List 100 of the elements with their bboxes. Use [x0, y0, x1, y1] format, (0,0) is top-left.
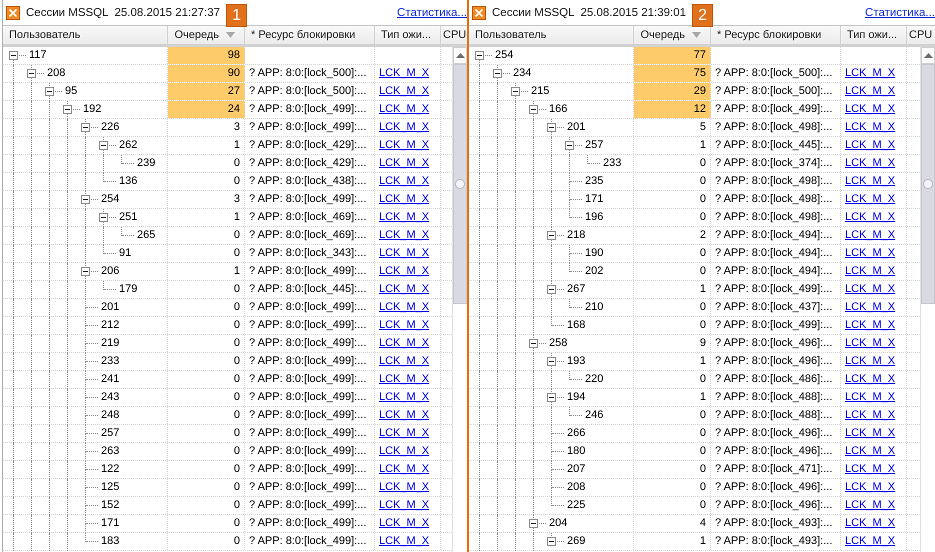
- wait-type-link[interactable]: LCK_M_X: [845, 391, 896, 403]
- wait-type-link[interactable]: LCK_M_X: [379, 337, 430, 349]
- scroll-up-button[interactable]: [453, 47, 467, 64]
- wait-type-link[interactable]: LCK_M_X: [379, 445, 430, 457]
- wait-type-link[interactable]: LCK_M_X: [379, 247, 430, 259]
- wait-type-link[interactable]: LCK_M_X: [845, 265, 896, 277]
- wait-type-link[interactable]: LCK_M_X: [379, 499, 430, 511]
- collapse-button[interactable]: [511, 87, 520, 96]
- wait-type-link[interactable]: LCK_M_X: [845, 103, 896, 115]
- wait-type-link[interactable]: LCK_M_X: [379, 139, 430, 151]
- wait-type-link[interactable]: LCK_M_X: [845, 211, 896, 223]
- wait-type-link[interactable]: LCK_M_X: [379, 175, 430, 187]
- wait-type-link[interactable]: LCK_M_X: [379, 121, 430, 133]
- wait-type-link[interactable]: LCK_M_X: [379, 157, 430, 169]
- scrollbar[interactable]: [920, 47, 935, 552]
- wait-type-link[interactable]: LCK_M_X: [379, 355, 430, 367]
- wait-type-link[interactable]: LCK_M_X: [379, 193, 430, 205]
- wait-type-link[interactable]: LCK_M_X: [379, 391, 430, 403]
- column-header[interactable]: Тип ожи...: [841, 26, 907, 44]
- wait-type-link[interactable]: LCK_M_X: [379, 535, 430, 547]
- column-header[interactable]: Очередь: [168, 26, 245, 44]
- collapse-button[interactable]: [529, 519, 538, 528]
- wait-type-link[interactable]: LCK_M_X: [379, 373, 430, 385]
- wait-type-link[interactable]: LCK_M_X: [379, 211, 430, 223]
- wait-type-link[interactable]: LCK_M_X: [379, 67, 430, 79]
- column-header[interactable]: Пользователь: [3, 26, 168, 44]
- wait-type-link[interactable]: LCK_M_X: [845, 121, 896, 133]
- collapse-button[interactable]: [547, 393, 556, 402]
- collapse-button[interactable]: [547, 537, 556, 546]
- wait-type-link[interactable]: LCK_M_X: [379, 283, 430, 295]
- wait-type-link[interactable]: LCK_M_X: [379, 409, 430, 421]
- collapse-button[interactable]: [547, 123, 556, 132]
- wait-type-link[interactable]: LCK_M_X: [845, 517, 896, 529]
- column-header[interactable]: CPU: [441, 26, 467, 44]
- collapse-button[interactable]: [81, 267, 90, 276]
- queue-cell: 0: [168, 353, 245, 370]
- wait-type-link[interactable]: LCK_M_X: [845, 301, 896, 313]
- collapse-button[interactable]: [45, 87, 54, 96]
- collapse-button[interactable]: [475, 51, 484, 60]
- column-header[interactable]: * Ресурс блокировки: [711, 26, 841, 44]
- column-header[interactable]: Тип ожи...: [375, 26, 441, 44]
- wait-type-link[interactable]: LCK_M_X: [845, 373, 896, 385]
- scrollbar-thumb[interactable]: [453, 64, 467, 304]
- wait-type-link[interactable]: LCK_M_X: [379, 517, 430, 529]
- collapse-button[interactable]: [81, 195, 90, 204]
- collapse-button[interactable]: [9, 51, 18, 60]
- wait-type-link[interactable]: LCK_M_X: [379, 265, 430, 277]
- wait-type-link[interactable]: LCK_M_X: [379, 103, 430, 115]
- wait-type-link[interactable]: LCK_M_X: [845, 229, 896, 241]
- wait-type-link[interactable]: LCK_M_X: [845, 175, 896, 187]
- wait-type-link[interactable]: LCK_M_X: [845, 283, 896, 295]
- scroll-up-button[interactable]: [921, 47, 935, 64]
- close-icon[interactable]: [472, 6, 486, 20]
- statistics-link[interactable]: Статистика...: [865, 6, 935, 18]
- column-header[interactable]: * Ресурс блокировки: [245, 26, 375, 44]
- collapse-button[interactable]: [529, 105, 538, 114]
- collapse-button[interactable]: [565, 141, 574, 150]
- wait-type-link[interactable]: LCK_M_X: [845, 139, 896, 151]
- collapse-button[interactable]: [547, 357, 556, 366]
- wait-type-link[interactable]: LCK_M_X: [379, 301, 430, 313]
- collapse-button[interactable]: [81, 123, 90, 132]
- close-icon[interactable]: [6, 6, 20, 20]
- wait-type-link[interactable]: LCK_M_X: [379, 481, 430, 493]
- queue-cell: 90: [168, 65, 245, 82]
- collapse-button[interactable]: [493, 69, 502, 78]
- wait-type-link[interactable]: LCK_M_X: [379, 85, 430, 97]
- scrollbar-thumb[interactable]: [921, 64, 935, 304]
- wait-type-link[interactable]: LCK_M_X: [379, 229, 430, 241]
- wait-type-link[interactable]: LCK_M_X: [845, 535, 896, 547]
- scrollbar[interactable]: [452, 47, 467, 552]
- wait-type-link[interactable]: LCK_M_X: [845, 481, 896, 493]
- collapse-button[interactable]: [99, 141, 108, 150]
- column-header[interactable]: CPU: [907, 26, 935, 44]
- collapse-button[interactable]: [529, 339, 538, 348]
- wait-type-link[interactable]: LCK_M_X: [845, 319, 896, 331]
- collapse-button[interactable]: [27, 69, 36, 78]
- wait-type-link[interactable]: LCK_M_X: [845, 355, 896, 367]
- wait-type-link[interactable]: LCK_M_X: [379, 427, 430, 439]
- wait-type-link[interactable]: LCK_M_X: [845, 337, 896, 349]
- sort-arrow-icon: [692, 32, 701, 38]
- wait-type-link[interactable]: LCK_M_X: [379, 463, 430, 475]
- wait-type-link[interactable]: LCK_M_X: [845, 193, 896, 205]
- wait-type-link[interactable]: LCK_M_X: [845, 463, 896, 475]
- wait-type-link[interactable]: LCK_M_X: [379, 319, 430, 331]
- wait-type-link[interactable]: LCK_M_X: [845, 247, 896, 259]
- column-header[interactable]: Очередь: [634, 26, 711, 44]
- wait-type-link[interactable]: LCK_M_X: [845, 157, 896, 169]
- wait-type-link[interactable]: LCK_M_X: [845, 445, 896, 457]
- collapse-button[interactable]: [63, 105, 72, 114]
- collapse-button[interactable]: [99, 213, 108, 222]
- wait-type-link[interactable]: LCK_M_X: [845, 85, 896, 97]
- wait-type-link[interactable]: LCK_M_X: [845, 499, 896, 511]
- collapse-button[interactable]: [547, 231, 556, 240]
- wait-type-link[interactable]: LCK_M_X: [845, 427, 896, 439]
- wait-type-link[interactable]: LCK_M_X: [845, 409, 896, 421]
- user-id: 215: [531, 84, 550, 99]
- statistics-link[interactable]: Статистика...: [397, 6, 467, 18]
- column-header[interactable]: Пользователь: [469, 26, 634, 44]
- collapse-button[interactable]: [547, 285, 556, 294]
- wait-type-link[interactable]: LCK_M_X: [845, 67, 896, 79]
